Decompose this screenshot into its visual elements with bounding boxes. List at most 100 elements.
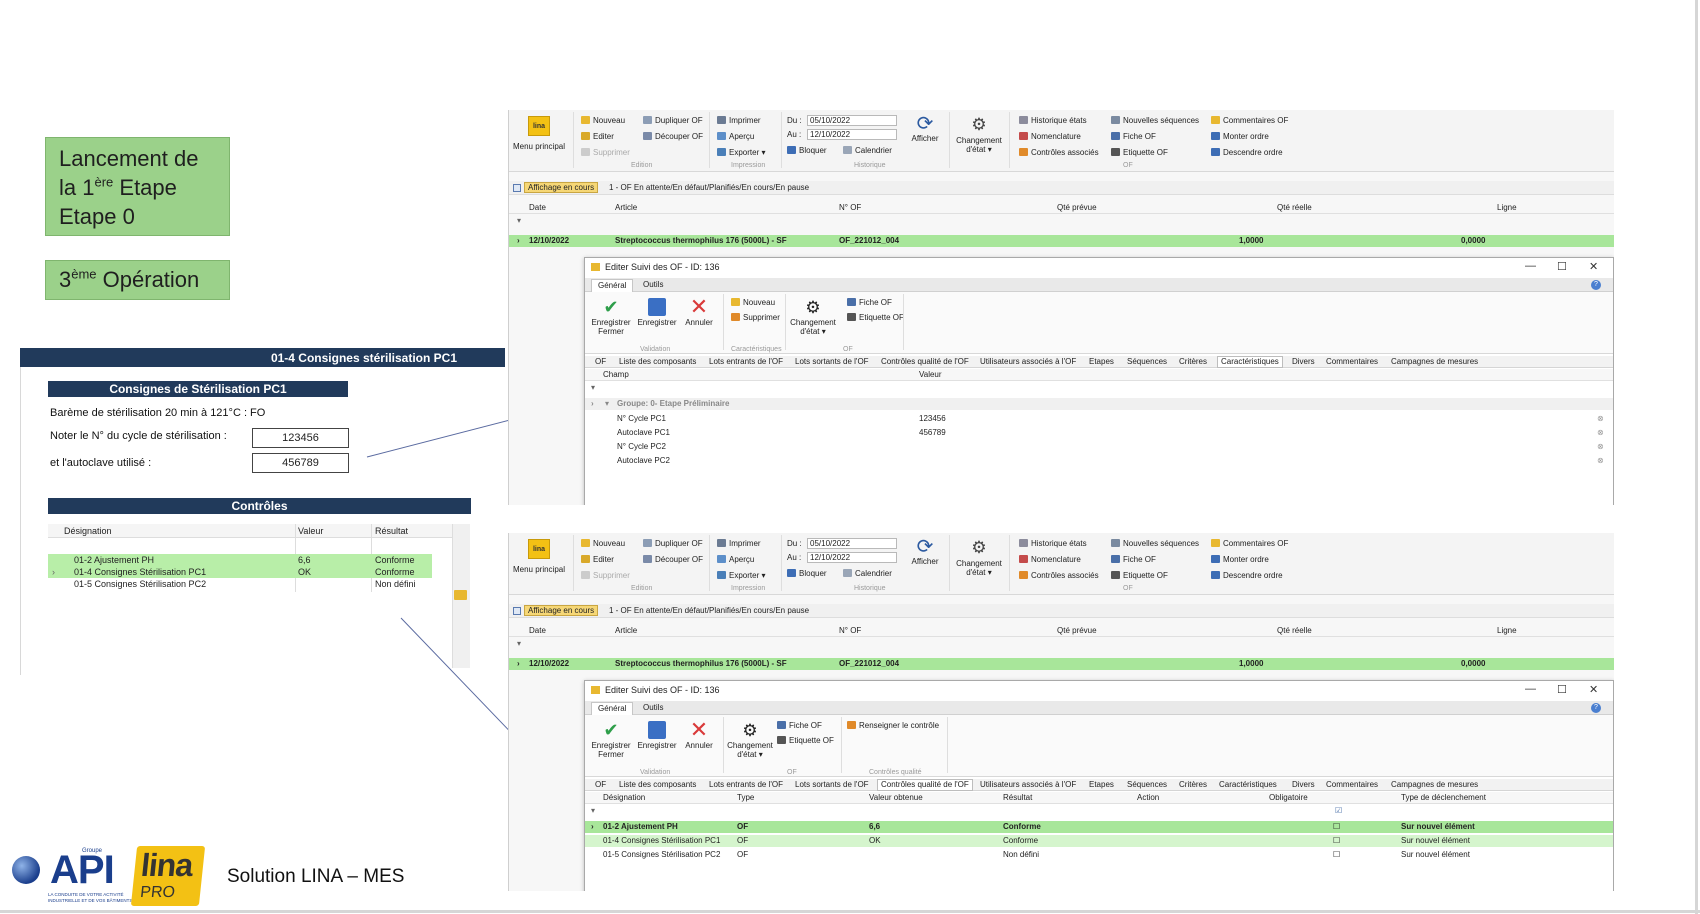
clear-icon: ⊗ <box>1597 456 1604 465</box>
of-row[interactable]: › 12/10/2022 Streptococcus thermophilus … <box>509 658 1614 670</box>
barcode-icon <box>847 313 856 321</box>
dupliquer-button[interactable]: Dupliquer OF <box>643 539 703 549</box>
supprimer-button[interactable]: Supprimer <box>581 148 630 158</box>
dialog-title: Editer Suivi des OF - ID: 136 <box>585 681 1613 699</box>
close-icon[interactable]: ✕ <box>1589 683 1598 696</box>
date-from-input[interactable]: 05/10/2022 <box>807 538 897 549</box>
exporter-button[interactable]: Exporter ▾ <box>717 148 765 158</box>
carac-row[interactable]: Autoclave PC1 456789 ⊗ <box>585 427 1613 439</box>
qc-row[interactable]: › 01-2 Ajustement PH OF 6,6 Conforme ☐ S… <box>585 821 1613 833</box>
decouper-button[interactable]: Découper OF <box>643 132 703 142</box>
filter-tag[interactable]: Affichage en cours <box>524 605 599 616</box>
etiquette-of-button[interactable]: Etiquette OF <box>1111 148 1168 158</box>
minimize-icon[interactable]: — <box>1525 260 1536 272</box>
nomenclature-button[interactable]: Nomenclature <box>1019 132 1081 142</box>
of-row[interactable]: › 12/10/2022 Streptococcus thermophilus … <box>509 235 1614 247</box>
tab-general[interactable]: Général <box>591 279 634 292</box>
fiche-of-dialog-button[interactable]: Fiche OF <box>847 298 892 308</box>
commentaires-of-button[interactable]: Commentaires OF <box>1211 539 1288 549</box>
etiquette-of-dialog-button[interactable]: Etiquette OF <box>777 736 834 746</box>
carac-row[interactable]: N° Cycle PC2 ⊗ <box>585 441 1613 453</box>
afficher-button[interactable]: ⟳ Afficher <box>907 114 943 143</box>
nouveau-button[interactable]: Nouveau <box>581 539 625 549</box>
tab-outils[interactable]: Outils <box>637 702 669 715</box>
calendrier-button[interactable]: Calendrier <box>843 569 892 579</box>
enregistrer-fermer-button[interactable]: ✔ Enregistrer Fermer <box>589 296 633 336</box>
close-icon[interactable]: ✕ <box>1589 260 1598 273</box>
controles-associes-button[interactable]: Contrôles associés <box>1019 148 1099 158</box>
qc-row[interactable]: 01-4 Consignes Stérilisation PC1 OF OK C… <box>585 835 1613 847</box>
carac-group-row[interactable]: › ▾ Groupe: 0- Etape Préliminaire <box>585 398 1613 410</box>
filter-tag[interactable]: Affichage en cours <box>524 182 599 193</box>
tab-general[interactable]: Général <box>591 702 634 715</box>
nouveau-carac-button[interactable]: Nouveau <box>731 298 775 308</box>
descendre-ordre-button[interactable]: Descendre ordre <box>1211 148 1283 158</box>
etiquette-of-button[interactable]: Etiquette OF <box>1111 571 1168 581</box>
help-icon[interactable]: ? <box>1591 280 1601 290</box>
imprimer-button[interactable]: Imprimer <box>717 539 761 549</box>
enregistrer-button[interactable]: Enregistrer <box>635 719 679 750</box>
dupliquer-button[interactable]: Dupliquer OF <box>643 116 703 126</box>
decouper-button[interactable]: Découper OF <box>643 555 703 565</box>
tab-caracteristiques[interactable]: Caractéristiques <box>1217 356 1283 368</box>
apercu-button[interactable]: Aperçu <box>717 555 754 565</box>
monter-ordre-button[interactable]: Monter ordre <box>1211 132 1269 142</box>
calendrier-button[interactable]: Calendrier <box>843 146 892 156</box>
date-from-input[interactable]: 05/10/2022 <box>807 115 897 126</box>
commentaires-of-button[interactable]: Commentaires OF <box>1211 116 1288 126</box>
nouvelles-sequences-button[interactable]: Nouvelles séquences <box>1111 539 1199 549</box>
annuler-button[interactable]: ✕ Annuler <box>681 294 717 328</box>
date-to-input[interactable]: 12/10/2022 <box>807 129 897 140</box>
changement-etat-button[interactable]: ⚙ Changement d'état ▾ <box>954 537 1004 577</box>
qc-row[interactable]: 01-5 Consignes Stérilisation PC2 OF Non … <box>585 849 1613 861</box>
fiche-of-button[interactable]: Fiche OF <box>1111 132 1156 142</box>
enregistrer-button[interactable]: Enregistrer <box>635 296 679 327</box>
bloquer-button[interactable]: Bloquer <box>787 569 827 579</box>
changement-etat-dialog-button[interactable]: ⚙ Changement d'état ▾ <box>789 298 837 336</box>
afficher-button[interactable]: ⟳ Afficher <box>907 537 943 566</box>
changement-etat-dialog-button[interactable]: ⚙ Changement d'état ▾ <box>725 721 775 759</box>
tab-controles-qualite[interactable]: Contrôles qualité de l'OF <box>877 779 973 791</box>
enregistrer-fermer-button[interactable]: ✔ Enregistrer Fermer <box>589 719 633 759</box>
supprimer-carac-button[interactable]: Supprimer <box>731 313 780 323</box>
imprimer-button[interactable]: Imprimer <box>717 116 761 126</box>
annuler-button[interactable]: ✕ Annuler <box>681 719 717 751</box>
exporter-button[interactable]: Exporter ▾ <box>717 571 765 581</box>
dialog-icon <box>591 686 600 694</box>
carac-row[interactable]: N° Cycle PC1 123456 ⊗ <box>585 413 1613 425</box>
editer-button[interactable]: Editer <box>581 555 614 565</box>
etiquette-of-dialog-button[interactable]: Etiquette OF <box>847 313 904 323</box>
fiche-of-dialog-button[interactable]: Fiche OF <box>777 721 822 731</box>
apercu-button[interactable]: Aperçu <box>717 132 754 142</box>
monter-ordre-button[interactable]: Monter ordre <box>1211 555 1269 565</box>
filter-text: 1 - OF En attente/En défaut/Planifiés/En… <box>609 606 810 615</box>
lina-pro-logo: lina PRO <box>130 846 206 906</box>
lina-menu-icon: lina <box>528 539 550 559</box>
renseigner-controle-button[interactable]: Renseigner le contrôle <box>847 721 939 731</box>
bloquer-button[interactable]: Bloquer <box>787 146 827 156</box>
fiche-of-button[interactable]: Fiche OF <box>1111 555 1156 565</box>
supprimer-button[interactable]: Supprimer <box>581 571 630 581</box>
nouveau-button[interactable]: Nouveau <box>581 116 625 126</box>
editer-button[interactable]: Editer <box>581 132 614 142</box>
tab-outils[interactable]: Outils <box>637 279 669 292</box>
edit-dialog-bottom: Editer Suivi des OF - ID: 136 — ☐ ✕ Géné… <box>584 680 1614 891</box>
nouvelles-sequences-button[interactable]: Nouvelles séquences <box>1111 116 1199 126</box>
cancel-icon: ✕ <box>689 294 709 319</box>
maximize-icon[interactable]: ☐ <box>1557 260 1567 273</box>
save-icon <box>648 721 666 739</box>
nomenclature-icon <box>1019 132 1028 140</box>
changement-etat-button[interactable]: ⚙ Changement d'état ▾ <box>954 114 1004 154</box>
controles-associes-button[interactable]: Contrôles associés <box>1019 571 1099 581</box>
menu-principal-button[interactable]: lina Menu principal <box>511 539 567 574</box>
minimize-icon[interactable]: — <box>1525 683 1536 695</box>
carac-row[interactable]: Autoclave PC2 ⊗ <box>585 455 1613 467</box>
help-icon[interactable]: ? <box>1591 703 1601 713</box>
historique-etats-button[interactable]: Historique états <box>1019 116 1087 126</box>
date-to-input[interactable]: 12/10/2022 <box>807 552 897 563</box>
menu-principal-button[interactable]: lina Menu principal <box>511 116 567 151</box>
nomenclature-button[interactable]: Nomenclature <box>1019 555 1081 565</box>
historique-etats-button[interactable]: Historique états <box>1019 539 1087 549</box>
descendre-ordre-button[interactable]: Descendre ordre <box>1211 571 1283 581</box>
maximize-icon[interactable]: ☐ <box>1557 683 1567 696</box>
